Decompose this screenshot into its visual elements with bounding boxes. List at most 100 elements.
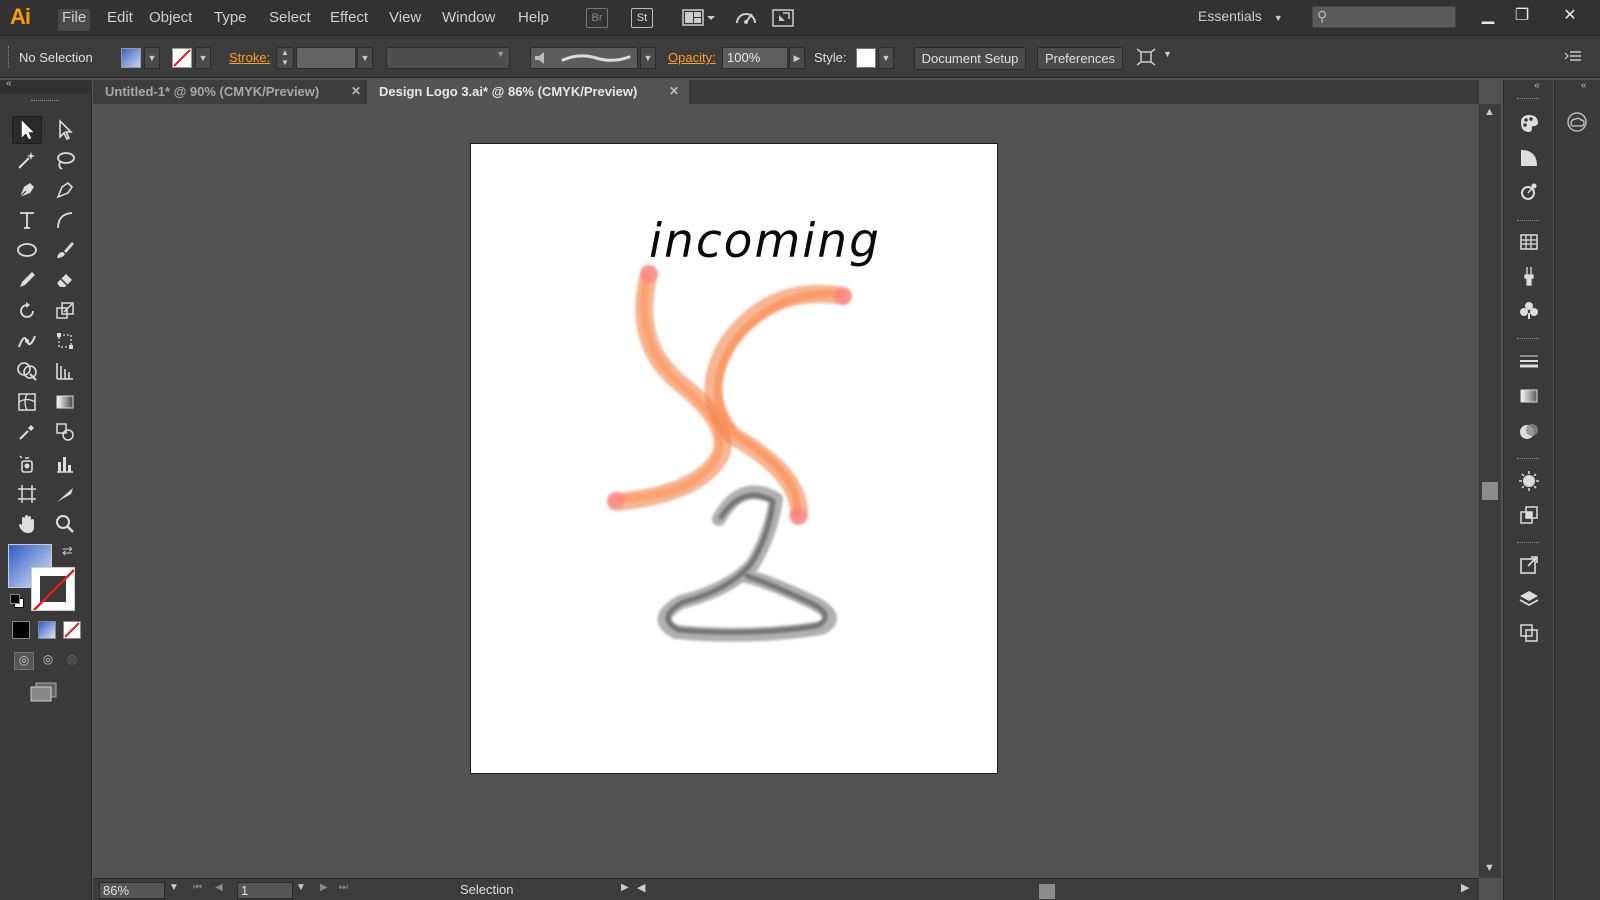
swatches-panel-icon[interactable] (1516, 229, 1542, 255)
bridge-button[interactable]: Br (586, 8, 608, 28)
artboard-tool[interactable] (12, 480, 42, 508)
stroke-panel-icon[interactable] (1516, 348, 1542, 374)
fill-swatch[interactable] (121, 48, 141, 68)
rotate-tool[interactable] (12, 297, 42, 325)
preferences-button[interactable]: Preferences (1037, 47, 1123, 70)
document-setup-button[interactable]: Document Setup (914, 47, 1026, 70)
stroke-weight-dropdown[interactable]: ▼ (357, 47, 373, 69)
dock-grip[interactable] (1517, 542, 1539, 545)
style-dropdown[interactable]: ▼ (878, 47, 894, 69)
close-icon[interactable]: ✕ (669, 80, 679, 103)
arrange-dropdown[interactable]: ▼ (1163, 49, 1172, 59)
symbols-panel-icon[interactable] (1516, 297, 1542, 323)
opacity-label[interactable]: Opacity: (668, 50, 716, 65)
paintbrush-tool[interactable] (50, 236, 80, 264)
stroke-weight-stepper[interactable]: ▲ ▼ (276, 47, 294, 69)
scroll-left-icon[interactable]: ◀ (637, 881, 645, 894)
next-artboard-icon[interactable]: ▶ (320, 882, 328, 893)
tab-design-logo-3[interactable]: Design Logo 3.ai* @ 86% (CMYK/Preview) ✕ (367, 80, 689, 104)
artboard-dropdown[interactable]: ▼ (296, 882, 306, 893)
gradient-mode-button[interactable] (38, 621, 56, 639)
selection-tool[interactable] (12, 116, 42, 144)
tab-untitled-1[interactable]: Untitled-1* @ 90% (CMYK/Preview) ✕ (93, 80, 365, 104)
opacity-slider-button[interactable]: ▶ (789, 47, 805, 69)
vertical-scrollbar[interactable]: ▲ ▼ (1479, 104, 1501, 878)
collapse-dock-icon[interactable]: « (1534, 80, 1540, 91)
menu-effect[interactable]: Effect (326, 9, 372, 31)
width-tool[interactable] (12, 327, 42, 355)
horizontal-scrollbar[interactable]: ◀ ▶ (635, 881, 1477, 899)
restore-button[interactable]: ❐ (1506, 4, 1538, 28)
zoom-level-input[interactable]: 86% (99, 882, 165, 899)
first-artboard-icon[interactable]: ⏮ (193, 882, 202, 893)
last-artboard-icon[interactable]: ⏭ (339, 882, 348, 893)
default-colors-icon[interactable] (10, 594, 24, 608)
blend-tool[interactable] (50, 418, 80, 446)
opacity-input[interactable]: 100% (722, 47, 788, 69)
artboards-panel-icon[interactable] (1516, 620, 1542, 646)
draw-behind-icon[interactable]: ◎ (38, 652, 58, 670)
variable-width-profile[interactable]: ▼ (386, 47, 510, 69)
orange-swirl-shape[interactable] (607, 265, 852, 525)
zoom-tool[interactable] (50, 510, 80, 538)
swap-colors-icon[interactable]: ⇄ (62, 543, 73, 559)
graphic-styles-panel-icon[interactable] (1516, 502, 1542, 528)
color-guide-panel-icon[interactable] (1516, 145, 1542, 171)
none-mode-button[interactable] (63, 621, 81, 639)
lasso-tool[interactable] (50, 146, 80, 174)
current-tool-status[interactable]: Selection (460, 882, 513, 897)
fill-dropdown[interactable]: ▼ (144, 47, 160, 69)
column-graph-tool[interactable] (50, 450, 80, 478)
tools-panel-header[interactable]: « (0, 78, 92, 94)
sync-settings-icon[interactable] (771, 7, 797, 32)
eyedropper-tool[interactable] (12, 418, 42, 446)
pen-tool[interactable] (12, 176, 42, 204)
stroke-color-box[interactable] (31, 567, 75, 611)
close-icon[interactable]: ✕ (351, 80, 361, 103)
direct-selection-tool[interactable] (50, 116, 80, 144)
cc-libraries-panel-icon[interactable] (1516, 179, 1542, 205)
dock-grip[interactable] (1517, 458, 1539, 461)
dock-grip[interactable] (1517, 220, 1539, 223)
draw-normal-icon[interactable]: ◎ (14, 652, 34, 670)
gradient-panel-icon[interactable] (1516, 383, 1542, 409)
workspace-switcher[interactable]: Essentials ▼ (1198, 8, 1283, 24)
layers-panel-icon[interactable] (1516, 586, 1542, 612)
close-window-button[interactable]: ✕ (1554, 4, 1586, 28)
color-panel-icon[interactable] (1516, 110, 1542, 136)
creative-cloud-icon[interactable] (1564, 109, 1590, 135)
export-panel-icon[interactable] (1516, 552, 1542, 578)
gpu-performance-icon[interactable] (734, 7, 760, 32)
control-bar-grip[interactable] (8, 46, 11, 68)
menu-view[interactable]: View (385, 9, 425, 31)
menu-object[interactable]: Object (145, 9, 196, 31)
brush-dropdown[interactable]: ▼ (640, 47, 656, 69)
minimize-button[interactable]: ▁ (1472, 4, 1504, 28)
menu-type[interactable]: Type (210, 9, 251, 31)
curvature-tool[interactable] (50, 176, 80, 204)
arrange-documents-icon[interactable] (682, 8, 718, 31)
stroke-dropdown[interactable]: ▼ (195, 47, 211, 69)
screen-mode-icon[interactable] (30, 682, 58, 705)
brush-definition[interactable] (530, 47, 638, 69)
scale-tool[interactable] (50, 297, 80, 325)
symbol-sprayer-tool[interactable] (12, 450, 42, 478)
search-input[interactable]: ⚲ (1312, 6, 1456, 28)
stroke-label[interactable]: Stroke: (229, 50, 270, 65)
stroke-swatch[interactable] (172, 48, 192, 68)
menu-select[interactable]: Select (265, 9, 315, 31)
color-mode-button[interactable] (12, 621, 30, 639)
panel-menu-icon[interactable] (1564, 49, 1582, 66)
type-tool[interactable] (12, 206, 42, 234)
arrange-icon[interactable] (1136, 48, 1156, 69)
ellipse-tool[interactable] (12, 236, 42, 264)
tools-grip[interactable] (31, 100, 59, 103)
shape-builder-tool[interactable] (12, 357, 42, 385)
artboard[interactable]: incoming (470, 143, 998, 774)
perspective-grid-tool[interactable] (50, 357, 80, 385)
menu-file[interactable]: File (58, 9, 91, 31)
slice-tool[interactable] (50, 480, 80, 508)
eraser-tool[interactable] (50, 266, 80, 294)
mesh-tool[interactable] (12, 388, 42, 416)
menu-edit[interactable]: Edit (103, 9, 137, 31)
